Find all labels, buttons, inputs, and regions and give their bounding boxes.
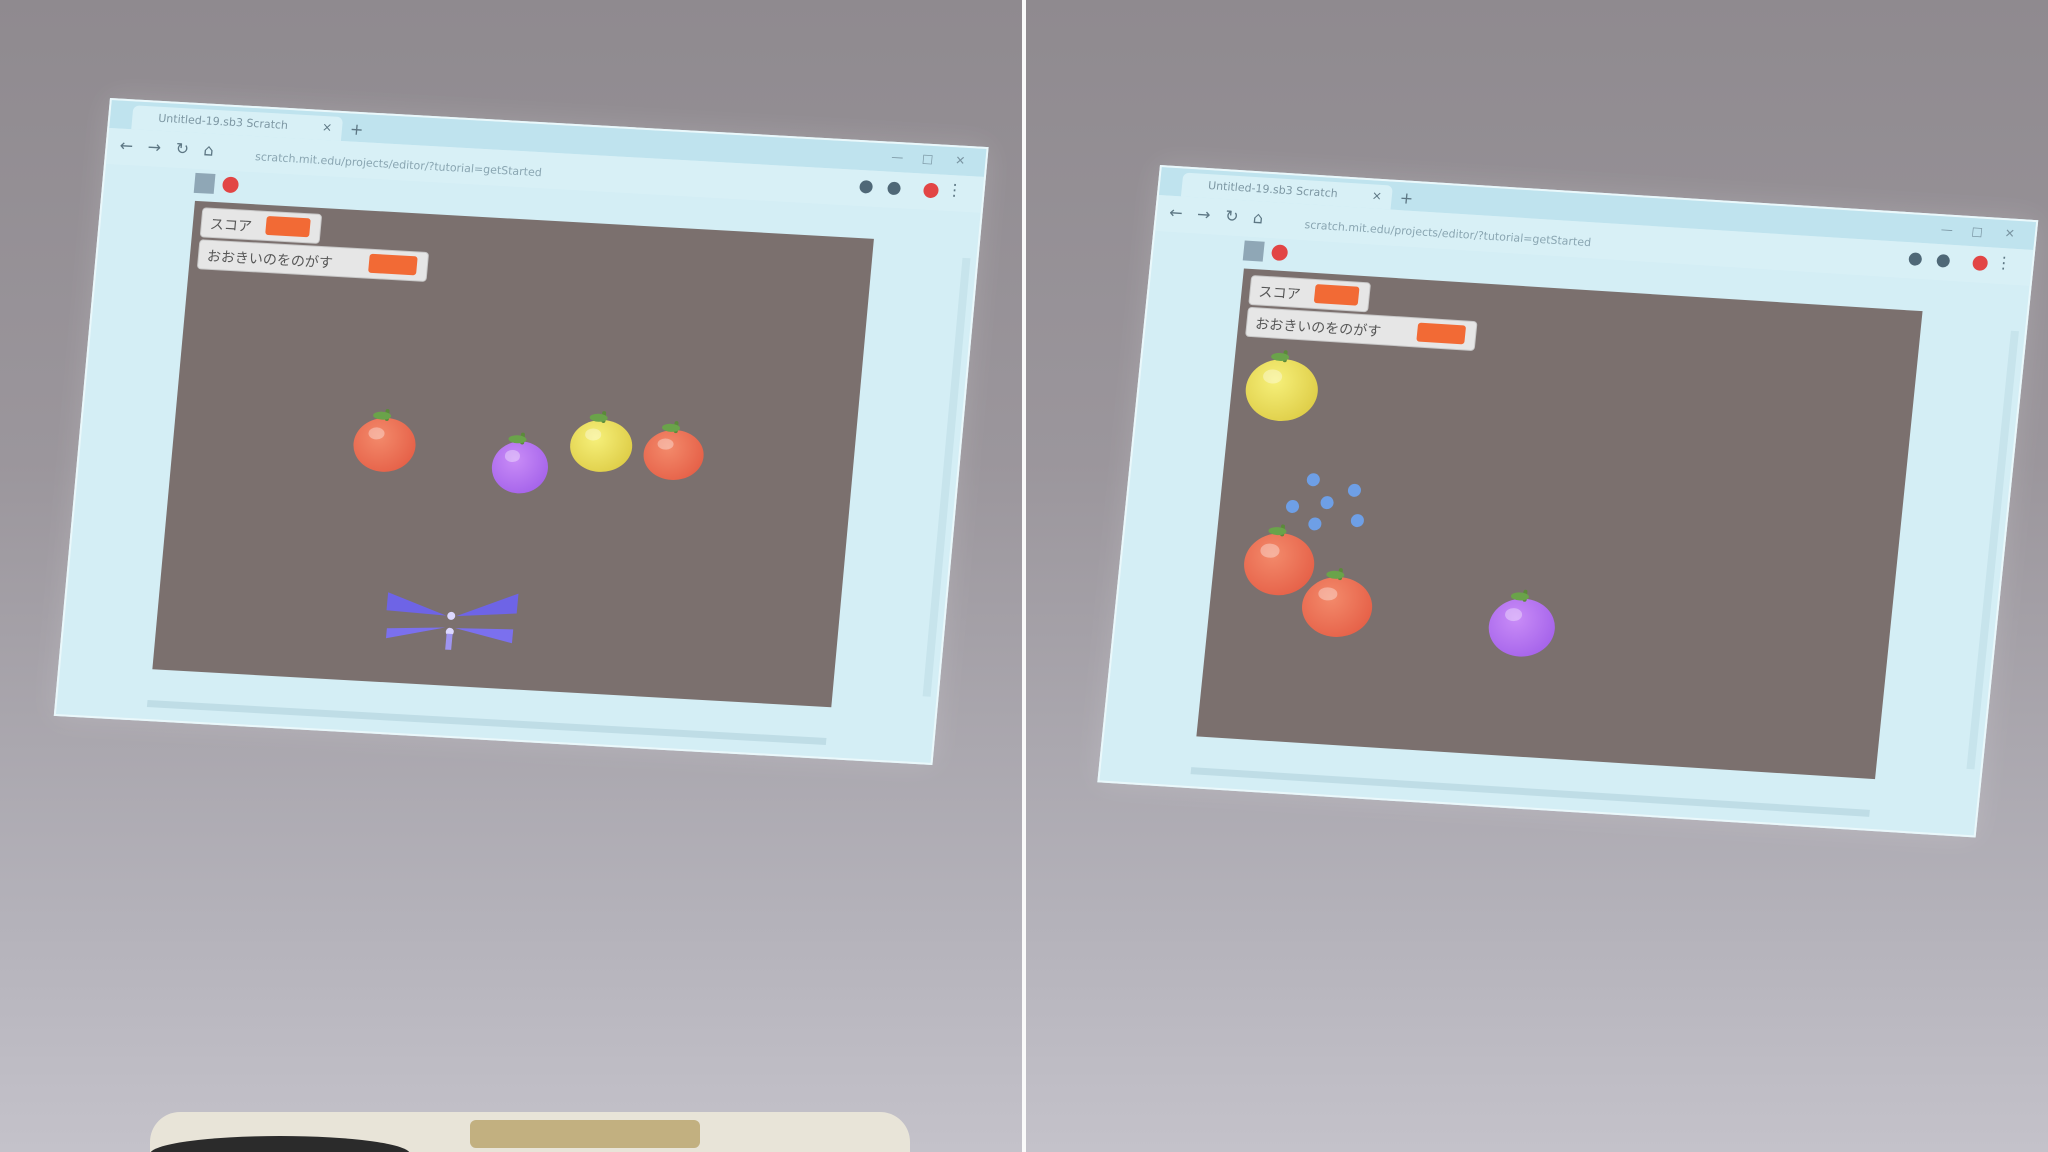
extension-icon-2[interactable] — [1936, 253, 1951, 268]
browser-menu-icon[interactable]: ⋮ — [946, 180, 964, 200]
close-window-icon[interactable]: ✕ — [2004, 226, 2015, 241]
game-stage[interactable]: スコア おおきいのをのがす — [152, 200, 874, 708]
reload-icon[interactable]: ↻ — [175, 139, 190, 159]
home-icon[interactable]: ⌂ — [203, 140, 215, 160]
score-label: スコア — [1257, 284, 1302, 304]
score-monitor: スコア — [199, 207, 323, 244]
blue-particle — [1350, 513, 1365, 528]
scratch-controls — [193, 171, 255, 200]
score-value — [1313, 284, 1360, 306]
yellow-fruit-sprite — [567, 410, 635, 474]
tab-close-icon[interactable]: × — [321, 120, 332, 135]
profile-avatar-icon[interactable] — [922, 182, 940, 199]
game-stage[interactable]: スコア おおきいのをのがす — [1196, 268, 1923, 780]
blue-particle — [1347, 483, 1362, 498]
blue-particle — [1307, 517, 1323, 531]
profile-avatar-icon[interactable] — [1971, 255, 1989, 272]
fruit-label: おおきいのをのがす — [1254, 316, 1382, 341]
maximize-icon[interactable]: □ — [921, 151, 934, 166]
forward-icon[interactable]: → — [147, 137, 162, 157]
photo-left: Untitled-19.sb3 Scratch × + — □ ✕ ← → ↻ … — [0, 0, 1022, 1152]
blue-particle — [1285, 499, 1300, 514]
tab-title: Untitled-19.sb3 Scratch — [1207, 179, 1339, 201]
yellow-fruit-sprite — [1242, 350, 1321, 424]
forward-icon[interactable]: → — [1196, 204, 1211, 224]
extension-icon-2[interactable] — [886, 181, 902, 196]
tomato-sprite — [1299, 568, 1376, 640]
green-flag-icon[interactable] — [1242, 240, 1265, 262]
desk-object — [470, 1120, 700, 1148]
horizontal-scrollbar[interactable] — [146, 700, 827, 745]
stop-icon[interactable] — [1270, 244, 1289, 262]
maximize-icon[interactable]: □ — [1971, 224, 1984, 239]
extension-icon[interactable] — [859, 180, 874, 194]
address-bar[interactable]: scratch.mit.edu/projects/editor/?tutoria… — [1304, 218, 1592, 249]
tab-title: Untitled-19.sb3 Scratch — [157, 111, 289, 132]
score-value — [265, 215, 311, 238]
vertical-scrollbar[interactable] — [922, 257, 971, 697]
tomato-sprite — [641, 421, 706, 482]
tomato-sprite — [351, 408, 418, 474]
minimize-icon[interactable]: — — [891, 150, 904, 165]
new-tab-icon[interactable]: + — [1399, 188, 1414, 208]
reload-icon[interactable]: ↻ — [1224, 206, 1239, 226]
back-icon[interactable]: ← — [1168, 203, 1183, 223]
score-label: スコア — [209, 216, 253, 236]
fruit-monitor: おおきいのをのがす — [196, 239, 430, 282]
score-monitor: スコア — [1248, 274, 1372, 313]
close-window-icon[interactable]: ✕ — [955, 153, 966, 168]
browser-menu-icon[interactable]: ⋮ — [1995, 253, 2013, 273]
fruit-label: おおきいのをのがす — [206, 248, 334, 272]
address-bar[interactable]: scratch.mit.edu/projects/editor/?tutoria… — [255, 150, 543, 179]
fruit-monitor: おおきいのをのがす — [1245, 306, 1478, 352]
new-tab-icon[interactable]: + — [349, 119, 364, 139]
projected-browser-right: Untitled-19.sb3 Scratch × + — □ ✕ ← → ↻ … — [1097, 165, 2039, 838]
fruit-value — [1416, 322, 1467, 345]
purple-fruit-sprite — [489, 432, 551, 495]
projected-browser-left: Untitled-19.sb3 Scratch × + — □ ✕ ← → ↻ … — [53, 98, 989, 765]
green-flag-icon[interactable] — [193, 172, 216, 194]
stop-icon[interactable] — [221, 176, 240, 194]
minimize-icon[interactable]: — — [1940, 222, 1953, 237]
tab-close-icon[interactable]: × — [1371, 188, 1382, 203]
purple-fruit-sprite — [1485, 589, 1558, 659]
fruit-value — [368, 253, 418, 276]
scratch-controls — [1242, 238, 1305, 268]
player-sprite — [385, 592, 519, 650]
blue-particle — [1306, 472, 1321, 487]
tomato-sprite — [1241, 524, 1318, 598]
blue-particle — [1319, 495, 1335, 510]
back-icon[interactable]: ← — [119, 136, 134, 156]
extension-icon[interactable] — [1908, 252, 1923, 266]
home-icon[interactable]: ⌂ — [1252, 208, 1264, 228]
